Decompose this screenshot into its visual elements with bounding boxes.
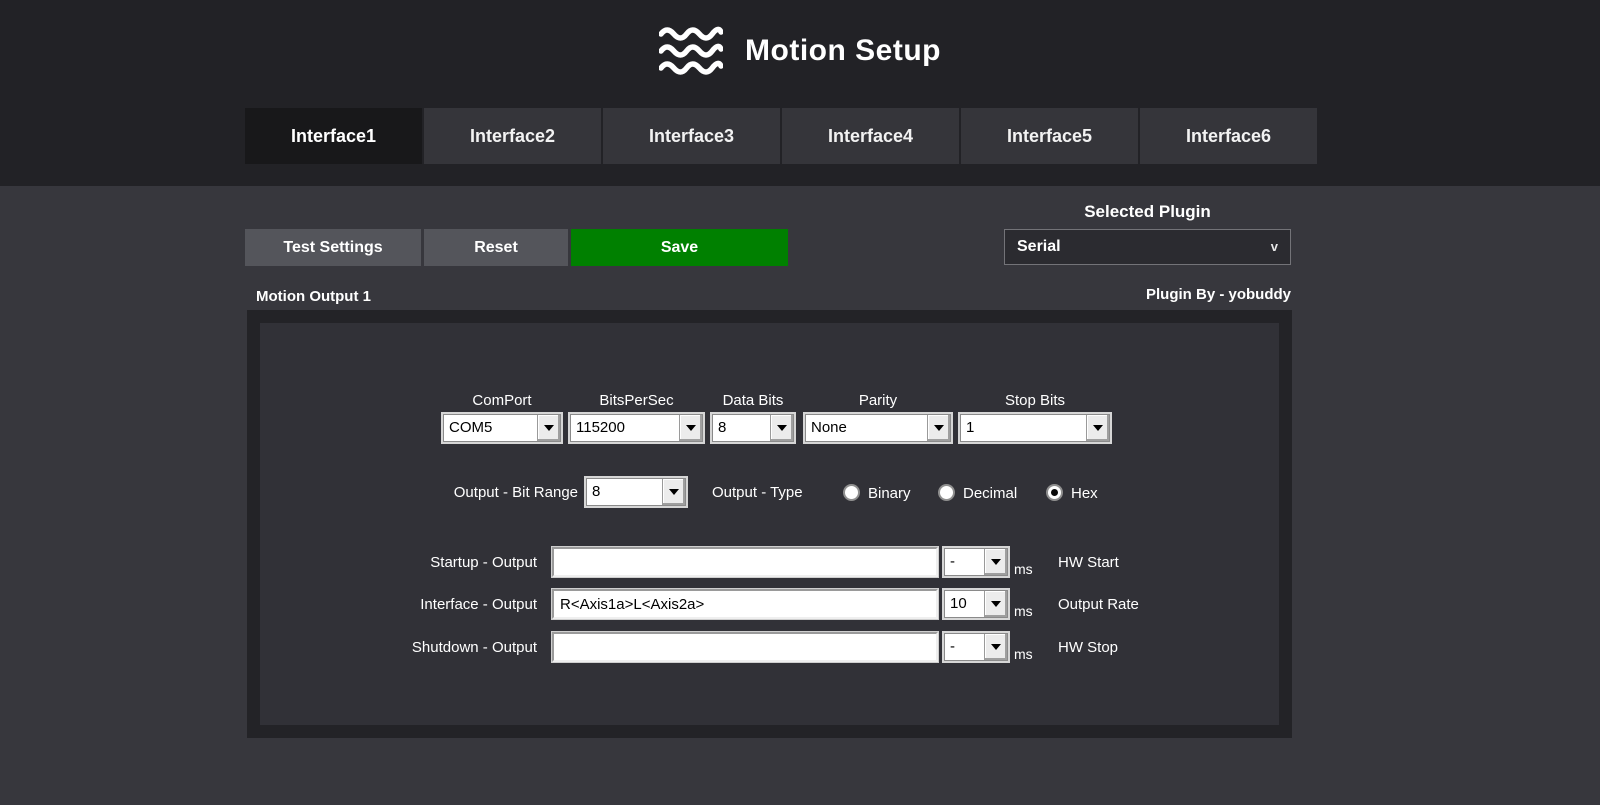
parity-value: None	[806, 415, 927, 441]
app-logo: Motion Setup	[0, 20, 1600, 82]
interface-output-label: Interface - Output	[360, 596, 537, 613]
tab-interface3[interactable]: Interface3	[603, 108, 780, 164]
shutdown-ms-unit: ms	[1014, 646, 1033, 662]
hw-start-label: HW Start	[1058, 554, 1119, 571]
comport-combobox[interactable]: COM5	[443, 414, 561, 442]
parity-label: Parity	[805, 392, 951, 409]
radio-hex[interactable]	[1046, 484, 1063, 501]
shutdown-output-input[interactable]	[552, 632, 938, 662]
interface-ms-unit: ms	[1014, 603, 1033, 619]
combo-arrow-icon	[991, 644, 1001, 650]
comport-value: COM5	[444, 415, 537, 441]
combo-arrow-icon	[669, 489, 679, 495]
hw-start-dropdown-button[interactable]	[984, 549, 1007, 575]
combo-arrow-icon	[1093, 425, 1103, 431]
bit-range-label: Output - Bit Range	[420, 484, 578, 501]
tab-interface2[interactable]: Interface2	[424, 108, 601, 164]
combo-arrow-icon	[777, 425, 787, 431]
hw-start-delay-value: -	[945, 549, 984, 575]
bit-range-value: 8	[587, 479, 662, 505]
combo-arrow-icon	[991, 559, 1001, 565]
motion-setup-window: Motion Setup Interface1 Interface2 Inter…	[0, 0, 1600, 805]
stopbits-value: 1	[961, 415, 1086, 441]
bitspersec-value: 115200	[571, 415, 679, 441]
waves-icon	[659, 25, 723, 77]
hw-stop-delay-combobox[interactable]: -	[944, 633, 1008, 661]
radio-binary[interactable]	[843, 484, 860, 501]
combo-arrow-icon	[544, 425, 554, 431]
bitspersec-dropdown-button[interactable]	[679, 415, 702, 441]
tab-interface5[interactable]: Interface5	[961, 108, 1138, 164]
combo-arrow-icon	[934, 425, 944, 431]
comport-dropdown-button[interactable]	[537, 415, 560, 441]
comport-label: ComPort	[443, 392, 561, 409]
output-rate-dropdown-button[interactable]	[984, 591, 1007, 617]
output-rate-value: 10	[945, 591, 984, 617]
interface-output-input[interactable]	[552, 589, 938, 619]
bit-range-dropdown-button[interactable]	[662, 479, 685, 505]
header: Motion Setup Interface1 Interface2 Inter…	[0, 0, 1600, 186]
chevron-down-icon: v	[1271, 230, 1278, 264]
motion-output-panel	[247, 310, 1292, 738]
startup-output-input[interactable]	[552, 547, 938, 577]
databits-dropdown-button[interactable]	[770, 415, 793, 441]
plugin-select[interactable]: Serial v	[1004, 229, 1291, 265]
hw-stop-label: HW Stop	[1058, 639, 1118, 656]
combo-arrow-icon	[991, 601, 1001, 607]
radio-decimal[interactable]	[938, 484, 955, 501]
startup-ms-unit: ms	[1014, 561, 1033, 577]
output-rate-label: Output Rate	[1058, 596, 1139, 613]
save-button[interactable]: Save	[571, 229, 788, 266]
output-rate-combobox[interactable]: 10	[944, 590, 1008, 618]
stopbits-label: Stop Bits	[960, 392, 1110, 409]
bitspersec-combobox[interactable]: 115200	[570, 414, 703, 442]
output-type-label: Output - Type	[712, 484, 803, 501]
bit-range-combobox[interactable]: 8	[586, 478, 686, 506]
interface-tabbar: Interface1 Interface2 Interface3 Interfa…	[245, 108, 1317, 164]
radio-binary-label: Binary	[868, 485, 911, 502]
startup-output-label: Startup - Output	[360, 554, 537, 571]
radio-hex-label: Hex	[1071, 485, 1098, 502]
databits-value: 8	[713, 415, 770, 441]
hw-stop-delay-value: -	[945, 634, 984, 660]
tab-interface1[interactable]: Interface1	[245, 108, 422, 164]
test-settings-button[interactable]: Test Settings	[245, 229, 421, 266]
tab-interface4[interactable]: Interface4	[782, 108, 959, 164]
plugin-select-value: Serial	[1017, 230, 1061, 264]
parity-combobox[interactable]: None	[805, 414, 951, 442]
bitspersec-label: BitsPerSec	[570, 392, 703, 409]
stopbits-combobox[interactable]: 1	[960, 414, 1110, 442]
motion-output-title: Motion Output 1	[256, 288, 371, 305]
page-title: Motion Setup	[745, 34, 941, 68]
reset-button[interactable]: Reset	[424, 229, 568, 266]
databits-label: Data Bits	[712, 392, 794, 409]
combo-arrow-icon	[686, 425, 696, 431]
selected-plugin-label: Selected Plugin	[1004, 202, 1291, 222]
radio-decimal-label: Decimal	[963, 485, 1017, 502]
hw-start-delay-combobox[interactable]: -	[944, 548, 1008, 576]
tab-interface6[interactable]: Interface6	[1140, 108, 1317, 164]
databits-combobox[interactable]: 8	[712, 414, 794, 442]
shutdown-output-label: Shutdown - Output	[360, 639, 537, 656]
plugin-credit: Plugin By - yobuddy	[1004, 286, 1291, 303]
parity-dropdown-button[interactable]	[927, 415, 950, 441]
hw-stop-dropdown-button[interactable]	[984, 634, 1007, 660]
stopbits-dropdown-button[interactable]	[1086, 415, 1109, 441]
